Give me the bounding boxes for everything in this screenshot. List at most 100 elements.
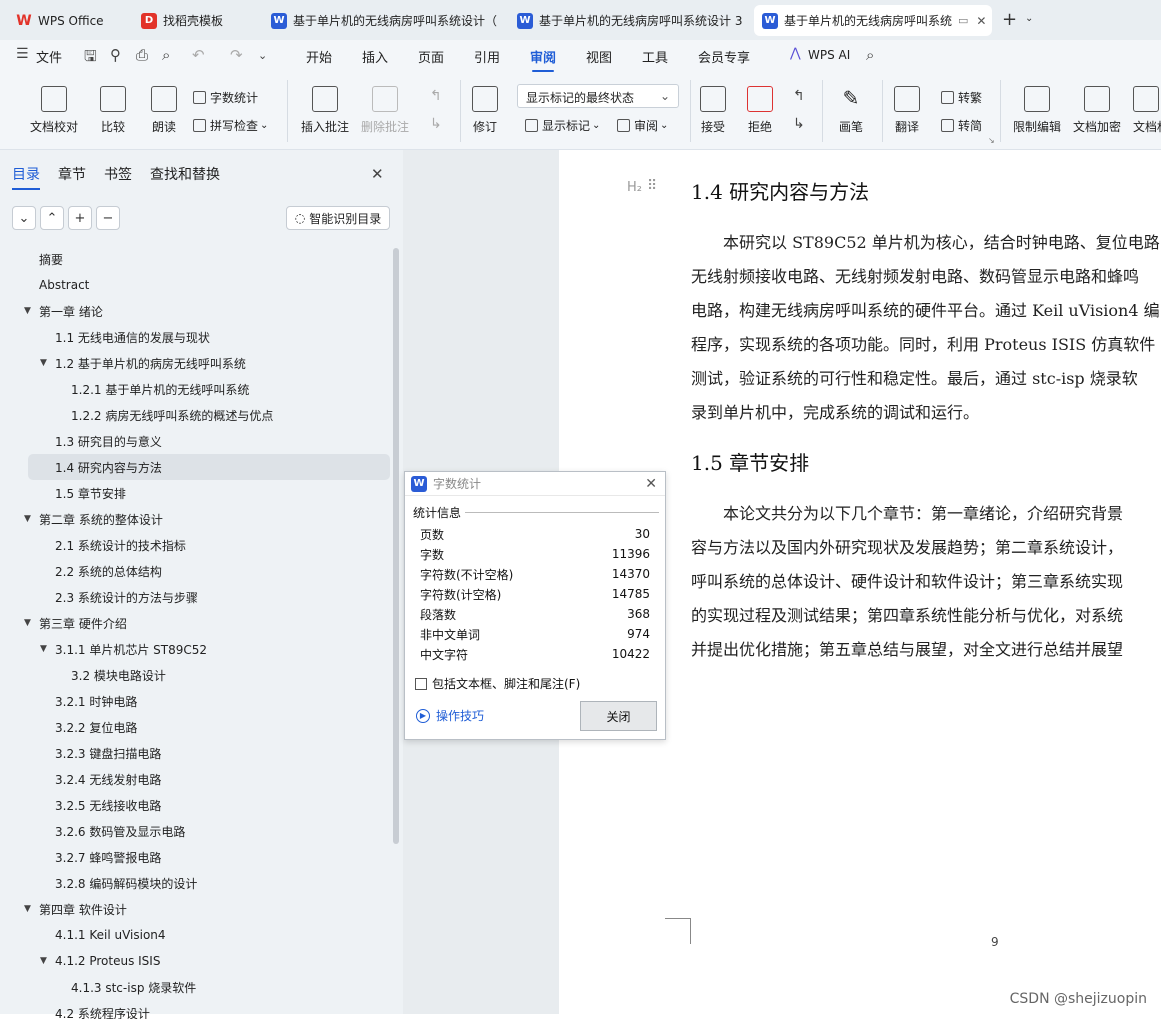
hamburger-icon[interactable]: ☰ (16, 46, 29, 62)
tips-link[interactable]: ▶ 操作技巧 (416, 707, 484, 724)
expand-triangle-icon[interactable]: ▼ (24, 618, 31, 628)
doc-check-button[interactable]: 文档校对 (30, 86, 78, 135)
doc-encrypt-icon (1084, 86, 1110, 112)
plus-icon: + (74, 210, 86, 226)
close-tab-icon[interactable]: ✕ (968, 14, 986, 28)
previous-revision-icon[interactable]: ↰ (793, 88, 805, 104)
tab-chapters[interactable]: 章节 (58, 164, 86, 184)
share-icon[interactable]: ⚲ (110, 46, 121, 64)
menu-reference[interactable]: 引用 (474, 47, 500, 66)
previous-comment-icon[interactable]: ↰ (430, 88, 442, 104)
section-heading-1-5: 1.5 章节安排 (691, 451, 810, 475)
close-icon[interactable]: ✕ (645, 476, 657, 492)
add-heading-button[interactable]: + (68, 206, 92, 230)
expand-triangle-icon[interactable]: ▼ (24, 514, 31, 524)
stat-value: 368 (627, 607, 650, 621)
expand-triangle-icon[interactable]: ▼ (40, 956, 47, 966)
tab-bookmarks[interactable]: 书签 (104, 164, 132, 184)
insert-comment-button[interactable]: 插入批注 (301, 86, 349, 135)
expand-triangle-icon[interactable]: ▼ (24, 306, 31, 316)
review-pane-button[interactable]: 审阅 ⌄ (617, 117, 668, 134)
paragraph-line: 本研究以 ST89C52 单片机为核心，结合时钟电路、复位电路 (723, 233, 1160, 252)
stat-label: 非中文单词 (420, 627, 481, 642)
accept-label: 接受 (700, 120, 725, 134)
expand-up-button[interactable]: ⌃ (40, 206, 64, 230)
close-button[interactable]: 关闭 (580, 701, 657, 731)
group-expand-icon[interactable]: ↘ (988, 136, 995, 145)
accept-button[interactable]: 接受 (700, 86, 726, 135)
menu-page[interactable]: 页面 (418, 47, 444, 66)
stat-row: 非中文单词 974 (420, 624, 650, 644)
chevron-down-icon[interactable]: ⌄ (1025, 13, 1033, 24)
show-markup-button[interactable]: 显示标记 ⌄ (525, 117, 600, 134)
tab-docer[interactable]: D 找稻壳模板 (133, 5, 258, 36)
stat-row: 段落数 368 (420, 604, 650, 624)
menu-tools[interactable]: 工具 (642, 47, 668, 66)
menu-insert[interactable]: 插入 (362, 47, 388, 66)
compare-button[interactable]: 比较 (100, 86, 126, 135)
menu-review[interactable]: 审阅 (530, 47, 556, 72)
tab-find-replace[interactable]: 查找和替换 (150, 164, 220, 184)
tab-document-active[interactable]: W 基于单片机的无线病房呼叫系统 ▭ ✕ (754, 5, 992, 36)
spell-check-button[interactable]: 拼写检查 ⌄ (193, 117, 268, 134)
new-tab-icon[interactable]: + (1002, 9, 1017, 30)
restrict-edit-button[interactable]: 限制编辑 (1013, 86, 1061, 135)
menu-member[interactable]: 会员专享 (698, 47, 750, 66)
close-pane-icon[interactable]: ✕ (371, 165, 384, 183)
collapse-all-button[interactable]: ⌄ (12, 206, 36, 230)
toc-scrollbar[interactable] (393, 248, 399, 844)
smart-toc-button[interactable]: ◌ 智能识别目录 (286, 206, 390, 230)
toc-item-label: 3.2.1 时钟电路 (55, 694, 138, 709)
drag-handle-icon[interactable]: ⠿ (647, 178, 657, 194)
toc-item-label: 1.2.2 病房无线呼叫系统的概述与优点 (71, 408, 274, 423)
markup-state-dropdown[interactable]: 显示标记的最终状态 ⌄ (517, 84, 679, 108)
reject-button[interactable]: 拒绝 (747, 86, 773, 135)
remove-heading-button[interactable]: − (96, 206, 120, 230)
menu-start[interactable]: 开始 (306, 47, 332, 66)
tab-toc[interactable]: 目录 (12, 164, 40, 190)
revise-button[interactable]: 修订 (472, 86, 498, 135)
stat-value: 974 (627, 627, 650, 641)
markup-state-value: 显示标记的最终状态 (526, 91, 635, 105)
delete-comment-button[interactable]: 删除批注 (361, 86, 409, 135)
next-revision-icon[interactable]: ↳ (793, 116, 805, 132)
to-traditional-button[interactable]: 转繁 (941, 89, 982, 106)
tab-wps-office[interactable]: W WPS Office (8, 5, 123, 36)
print-preview-icon[interactable]: ⌕ (162, 46, 170, 64)
menu-view[interactable]: 视图 (586, 47, 612, 66)
expand-triangle-icon[interactable]: ▼ (40, 644, 47, 654)
menu-wps-ai[interactable]: WPS AI (808, 48, 850, 62)
spell-check-icon (193, 119, 206, 132)
translate-button[interactable]: 翻译 (894, 86, 920, 135)
word-count-label: 字数统计 (210, 91, 259, 105)
pen-button[interactable]: ✎ 画笔 (838, 86, 864, 135)
toc-item[interactable]: 1.4 研究内容与方法 (28, 454, 390, 480)
to-simplified-button[interactable]: 转简 (941, 117, 982, 134)
tab-document-2[interactable]: W 基于单片机的无线病房呼叫系统设计 3 (509, 5, 747, 36)
doc-permission-label: 文档权 (1133, 120, 1161, 134)
expand-triangle-icon[interactable]: ▼ (24, 904, 31, 914)
menu-file[interactable]: 文件 (36, 47, 62, 66)
include-textbox-checkbox[interactable] (415, 677, 427, 690)
search-icon[interactable]: ⌕ (866, 46, 874, 64)
include-textbox-option[interactable]: 包括文本框、脚注和尾注(F) (415, 675, 580, 692)
more-chevron-icon[interactable]: ⌄ (258, 49, 267, 62)
doc-permission-button[interactable]: 文档权 (1133, 86, 1161, 135)
toc-item-label: 1.4 研究内容与方法 (55, 460, 162, 475)
toc-item-label: 4.1.1 Keil uVision4 (55, 928, 166, 942)
revise-icon (472, 86, 498, 112)
read-aloud-button[interactable]: 朗读 (151, 86, 177, 135)
save-icon[interactable]: 🖫 (84, 46, 97, 71)
tab-document-1[interactable]: W 基于单片机的无线病房呼叫系统设计（ (263, 5, 501, 36)
wps-ai-icon: ⋀ (790, 46, 801, 61)
word-count-icon (193, 91, 206, 104)
next-comment-icon[interactable]: ↳ (430, 116, 442, 132)
review-pane-label: 审阅 (634, 119, 659, 133)
undo-icon[interactable]: ↶ (192, 46, 205, 64)
print-icon[interactable]: ⎙ (136, 46, 148, 64)
doc-encrypt-button[interactable]: 文档加密 (1073, 86, 1121, 135)
redo-icon[interactable]: ↷ (230, 46, 243, 64)
expand-triangle-icon[interactable]: ▼ (40, 358, 47, 368)
dialog-titlebar[interactable]: W 字数统计 ✕ (405, 472, 665, 496)
word-count-button[interactable]: 字数统计 (193, 89, 258, 106)
